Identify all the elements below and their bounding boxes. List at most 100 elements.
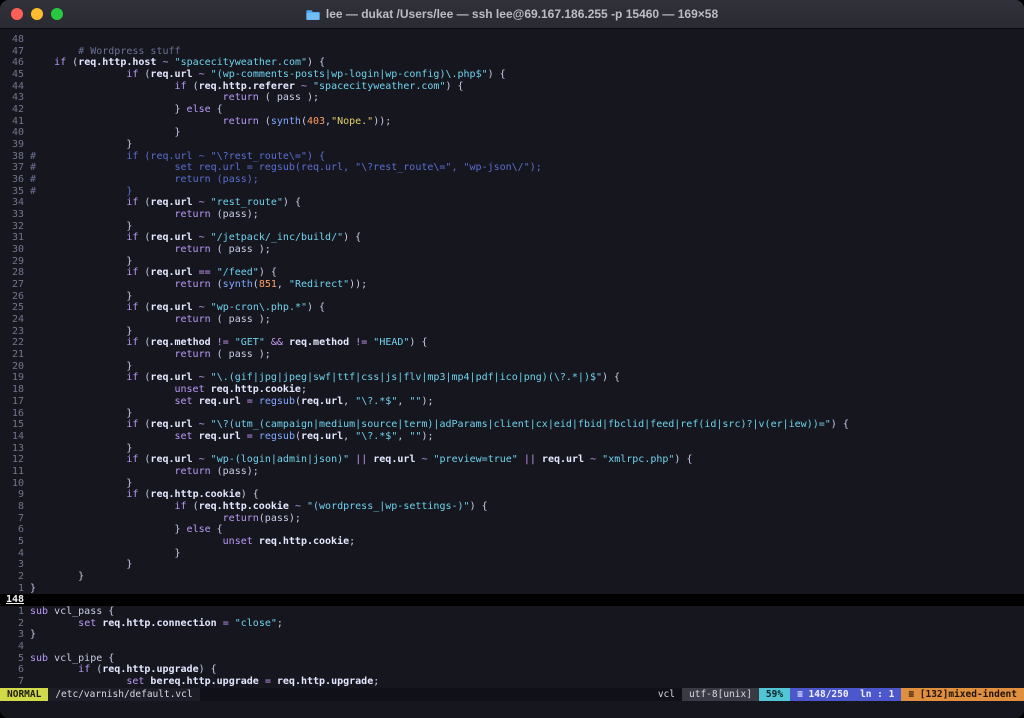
line-number: 31 xyxy=(6,232,24,244)
code-line: 7 return(pass); xyxy=(0,513,1024,525)
line-number: 41 xyxy=(6,116,24,128)
mixed-indent-warning: ≡ [132]mixed-indent xyxy=(901,688,1024,701)
code-line: 6 } else { xyxy=(0,524,1024,536)
code-token: } xyxy=(126,478,132,489)
code-token: )); xyxy=(373,116,391,127)
code-token: ( xyxy=(138,489,150,500)
line-number: 14 xyxy=(6,431,24,443)
code-line: 18 unset req.http.cookie; xyxy=(0,384,1024,396)
code-text: # Wordpress stuff xyxy=(30,46,181,57)
code-text: } xyxy=(30,326,132,337)
code-token: ) { xyxy=(307,57,325,68)
code-token: req.url xyxy=(150,372,192,383)
code-token: req.http.cookie xyxy=(150,489,240,500)
line-number: 1 xyxy=(6,583,24,595)
code-token: req.url xyxy=(542,454,584,465)
code-token: ( xyxy=(138,69,150,80)
code-token: unset xyxy=(223,536,253,547)
terminal-screen[interactable]: 4847 # Wordpress stuff46 if (req.http.ho… xyxy=(0,29,1024,718)
code-token: sub xyxy=(30,606,48,617)
code-line: 16 } xyxy=(0,408,1024,420)
code-line: 10 } xyxy=(0,478,1024,490)
code-text: } xyxy=(30,408,132,419)
code-text: if (req.http.upgrade) { xyxy=(30,664,217,675)
code-line: 15 if (req.url ~ "\?(utm_(campaign|mediu… xyxy=(0,419,1024,431)
code-token: ); xyxy=(421,396,433,407)
code-text: if (req.method != "GET" && req.method !=… xyxy=(30,337,427,348)
code-token: set xyxy=(126,676,144,687)
code-token: req.http.upgrade xyxy=(277,676,373,687)
code-token: unset xyxy=(175,384,205,395)
code-token: if xyxy=(78,664,90,675)
code-line: 40 } xyxy=(0,127,1024,139)
minimize-button[interactable] xyxy=(31,8,43,20)
code-line: 48 xyxy=(0,34,1024,46)
code-token: ( pass ); xyxy=(211,314,271,325)
code-token: synth xyxy=(271,116,301,127)
code-line: 3} xyxy=(0,629,1024,641)
line-number: 42 xyxy=(6,104,24,116)
code-line: 24 return ( pass ); xyxy=(0,314,1024,326)
line-number: 18 xyxy=(6,384,24,396)
code-token: } xyxy=(126,291,132,302)
code-token: || xyxy=(355,454,367,465)
code-token: , xyxy=(397,396,409,407)
code-line: 34 if (req.url ~ "rest_route") { xyxy=(0,197,1024,209)
code-token: } xyxy=(126,443,132,454)
code-token: ) { xyxy=(470,501,488,512)
line-number: 40 xyxy=(6,127,24,139)
code-token: vcl_pass { xyxy=(48,606,114,617)
code-token: } xyxy=(126,256,132,267)
line-number: 46 xyxy=(6,57,24,69)
terminal-window: lee — dukat /Users/lee — ssh lee@69.167.… xyxy=(0,0,1024,718)
code-token: ) { xyxy=(283,197,301,208)
line-number: 8 xyxy=(6,501,24,513)
code-text: } xyxy=(30,127,181,138)
line-number: 33 xyxy=(6,209,24,221)
line-number: 25 xyxy=(6,302,24,314)
code-text: } xyxy=(30,221,132,232)
zoom-button[interactable] xyxy=(51,8,63,20)
line-number: 38 xyxy=(6,151,24,163)
code-token: , xyxy=(397,431,409,442)
code-line: 37# set req.url = regsub(req.url, "\?res… xyxy=(0,162,1024,174)
code-token: if xyxy=(126,372,138,383)
code-text: return (synth(403,"Nope.")); xyxy=(30,116,391,127)
code-text: return(pass); xyxy=(30,513,301,524)
line-number: 11 xyxy=(6,466,24,478)
code-line: 1sub vcl_pass { xyxy=(0,606,1024,618)
line-number: 39 xyxy=(6,139,24,151)
code-line: 27 return (synth(851, "Redirect")); xyxy=(0,279,1024,291)
code-token: if xyxy=(175,81,187,92)
code-token: , xyxy=(343,431,355,442)
line-number: 10 xyxy=(6,478,24,490)
code-token: } xyxy=(126,221,132,232)
code-text: if (req.http.cookie ~ "(wordpress_|wp-se… xyxy=(30,501,488,512)
code-token: req.url xyxy=(150,232,192,243)
code-token: ( xyxy=(187,501,199,512)
close-button[interactable] xyxy=(11,8,23,20)
code-text: } xyxy=(30,559,132,570)
code-token: ( xyxy=(259,116,271,127)
line-number: 48 xyxy=(6,34,24,46)
code-token: req.url xyxy=(150,267,192,278)
code-lines: 4847 # Wordpress stuff46 if (req.http.ho… xyxy=(0,29,1024,688)
code-token: } xyxy=(126,139,132,150)
line-number: 5 xyxy=(6,536,24,548)
code-token: ) { xyxy=(445,81,463,92)
code-token: == xyxy=(199,267,211,278)
code-token: req.http.upgrade xyxy=(102,664,198,675)
code-line: 45 if (req.url ~ "(wp-comments-posts|wp-… xyxy=(0,69,1024,81)
code-token: regsub xyxy=(259,431,295,442)
code-line: 4 xyxy=(0,641,1024,653)
line-number: 15 xyxy=(6,419,24,431)
window-title: lee — dukat /Users/lee — ssh lee@69.167.… xyxy=(306,7,718,21)
code-text: } xyxy=(30,548,181,559)
line-number: 37 xyxy=(6,162,24,174)
code-line: 29 } xyxy=(0,256,1024,268)
code-token: req.url xyxy=(301,396,343,407)
line-number: 47 xyxy=(6,46,24,58)
code-token: req.url xyxy=(199,431,241,442)
code-token: ) { xyxy=(343,232,361,243)
line-number: 30 xyxy=(6,244,24,256)
